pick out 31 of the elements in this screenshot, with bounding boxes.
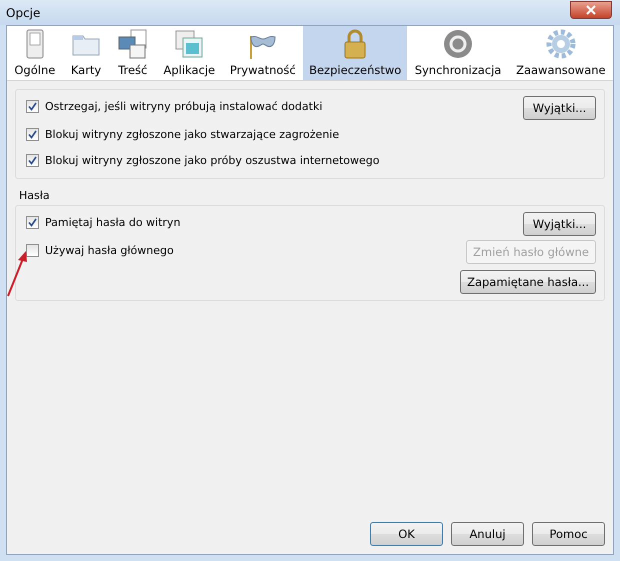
checkbox-label: Używaj hasła głównego bbox=[45, 244, 174, 257]
toolbar-tab[interactable]: Treść bbox=[109, 26, 156, 80]
dialog-button[interactable]: Pomoc bbox=[532, 522, 605, 546]
group-title: Hasła bbox=[19, 189, 51, 202]
sync-icon bbox=[442, 28, 474, 60]
checkbox[interactable] bbox=[26, 216, 39, 229]
checkbox[interactable] bbox=[26, 128, 39, 141]
toolbar-tab[interactable]: Prywatność bbox=[222, 26, 304, 80]
toolbar-tab[interactable]: Zaawansowane bbox=[508, 26, 613, 80]
calendar-window-icon bbox=[173, 28, 206, 60]
checkbox-label: Blokuj witryny zgłoszone jako stwarzające zagrożenie bbox=[45, 128, 340, 141]
checkbox-label: Blokuj witryny zgłoszone jako próby oszustwa internetowego bbox=[45, 154, 380, 167]
dialog-button[interactable]: Anuluj bbox=[451, 522, 524, 546]
dialog-button[interactable]: Wyjątki... bbox=[523, 212, 596, 236]
toolbar-tab[interactable]: Synchronizacja bbox=[407, 26, 509, 80]
checkbox-label: Ostrzegaj, jeśli witryny próbują instalować dodatki bbox=[45, 100, 322, 113]
dialog-button[interactable]: Wyjątki... bbox=[523, 96, 596, 120]
toolbar-tab[interactable]: Bezpieczeństwo bbox=[303, 26, 408, 80]
checkbox[interactable] bbox=[26, 100, 39, 113]
toolbar-tab[interactable]: Ogólne bbox=[7, 26, 63, 80]
checkbox-label: Pamiętaj hasła do witryn bbox=[45, 216, 180, 229]
close-icon bbox=[586, 4, 596, 14]
checkbox[interactable] bbox=[26, 154, 39, 167]
window-title: Opcje bbox=[6, 6, 40, 20]
toolbar-tab[interactable]: Aplikacje bbox=[156, 26, 222, 80]
dialog-button[interactable]: OK bbox=[370, 522, 443, 546]
checkbox[interactable] bbox=[26, 244, 39, 257]
toolbar-tab[interactable]: Karty bbox=[62, 26, 110, 80]
dialog-button[interactable]: Zapamiętane hasła... bbox=[460, 270, 596, 294]
annotation-arrow bbox=[6, 250, 30, 298]
close-button[interactable] bbox=[570, 0, 612, 18]
